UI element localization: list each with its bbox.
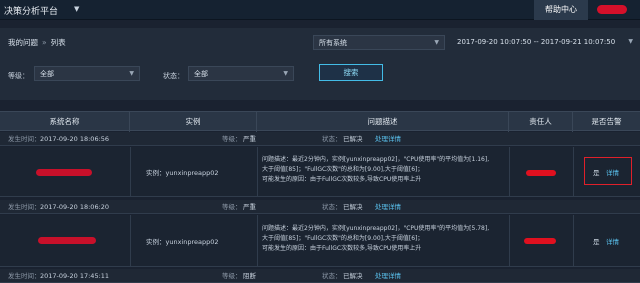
user-avatar[interactable] — [597, 5, 627, 14]
help-center-button[interactable]: 帮助中心 — [534, 0, 588, 20]
status-select-value: 全部 — [194, 70, 208, 78]
table-row: 实例：yunxinpreapp02 问题描述：最近2分钟内，实例[yunxinp… — [0, 215, 640, 267]
breadcrumb-my-issues[interactable]: 我的问题 — [8, 38, 38, 47]
time-range-value: 2017-09-20 10:07:50 -- 2017-09-21 10:07:… — [457, 38, 616, 46]
level-value: 严重 — [243, 203, 256, 211]
instance-name: 实例：yunxinpreapp02 — [146, 238, 219, 246]
status-label: 状态： — [322, 135, 342, 143]
instance-name: 实例：yunxinpreapp02 — [146, 169, 219, 177]
system-select-value: 所有系统 — [319, 39, 347, 47]
description-line: 可能发生的原因：由于FullGC次数较多,导致CPU使用率上升 — [262, 176, 422, 183]
chevron-down-icon: ▼ — [434, 39, 439, 46]
column-description: 问题描述 — [257, 112, 509, 132]
chevron-down-icon: ▼ — [628, 38, 633, 45]
breadcrumb: 我的问题» 列表 — [8, 38, 66, 47]
status-value: 已解决 — [343, 135, 363, 143]
status-value: 已解决 — [343, 203, 363, 211]
owner-redacted — [524, 238, 556, 244]
occurred-label: 发生时间： — [8, 203, 41, 211]
level-label: 等级： — [222, 135, 242, 143]
table-row: 实例：yunxinpreapp02 问题描述：最近2分钟内，实例[yunxinp… — [0, 147, 640, 197]
occurred-time: 2017-09-20 18:06:56 — [40, 135, 110, 143]
level-select[interactable]: 全部 ▼ — [34, 66, 140, 81]
column-owner: 责任人 — [509, 112, 573, 132]
system-name-redacted — [36, 169, 92, 176]
issue-description: 问题描述：最近2分钟内，实例[yunxinpreapp02]，"CPU使用率"的… — [262, 155, 508, 185]
level-value: 严重 — [243, 135, 256, 143]
group-header: 发生时间： 2017-09-20 17:45:11 等级： 阻断 状态： 已解决… — [0, 269, 640, 283]
occurred-time: 2017-09-20 17:45:11 — [40, 272, 110, 280]
status-label: 状态： — [322, 272, 342, 280]
issue-description: 问题描述：最近2分钟内，实例[yunxinpreapp02]，"CPU使用率"的… — [262, 224, 508, 254]
status-label: 状态： — [322, 203, 342, 211]
group-header: 发生时间： 2017-09-20 18:06:56 等级： 严重 状态： 已解决… — [0, 132, 640, 146]
chevron-down-icon[interactable]: ▼ — [74, 5, 79, 13]
level-value: 阻断 — [243, 272, 256, 280]
occurred-time: 2017-09-20 18:06:20 — [40, 203, 110, 211]
chevron-down-icon: ▼ — [129, 70, 134, 77]
level-label: 等级： — [8, 72, 29, 80]
search-button[interactable]: 搜索 — [319, 64, 383, 81]
process-details-link[interactable]: 处理详情 — [375, 269, 401, 283]
alert-value: 是 — [593, 169, 600, 177]
status-value: 已解决 — [343, 272, 363, 280]
table-header: 系统名称 实例 问题描述 责任人 是否告警 — [0, 111, 640, 132]
system-name-redacted — [38, 237, 96, 244]
description-line: 问题描述：最近2分钟内，实例[yunxinpreapp02]，"CPU使用率"的… — [262, 225, 490, 232]
alert-value: 是 — [593, 238, 600, 246]
level-label: 等级： — [222, 203, 242, 211]
column-alert: 是否告警 — [591, 117, 622, 126]
occurred-label: 发生时间： — [8, 272, 41, 280]
chevron-down-icon: ▼ — [283, 70, 288, 77]
process-details-link[interactable]: 处理详情 — [375, 200, 401, 214]
top-bar: 决策分析平台 ▼ 帮助中心 — [0, 0, 640, 20]
level-select-value: 全部 — [40, 70, 54, 78]
description-line: 可能发生的原因：由于FullGC次数较多,导致CPU使用率上升 — [262, 245, 422, 252]
system-select[interactable]: 所有系统 ▼ — [313, 35, 445, 50]
description-line: 大于阈值[85]；"FullGC次数"的总和为[9.00],大于阈值[6]； — [262, 235, 424, 242]
status-select[interactable]: 全部 ▼ — [188, 66, 294, 81]
owner-redacted — [526, 170, 556, 176]
app-title: 决策分析平台 — [4, 7, 59, 17]
process-details-link[interactable]: 处理详情 — [375, 132, 401, 146]
group-header: 发生时间： 2017-09-20 18:06:20 等级： 严重 状态： 已解决… — [0, 200, 640, 214]
detail-link[interactable]: 详情 — [606, 236, 619, 246]
status-label: 状态： — [163, 72, 184, 80]
description-line: 问题描述：最近2分钟内，实例[yunxinpreapp02]，"CPU使用率"的… — [262, 156, 490, 163]
occurred-label: 发生时间： — [8, 135, 41, 143]
time-range-picker[interactable]: 2017-09-20 10:07:50 -- 2017-09-21 10:07:… — [449, 35, 635, 50]
detail-link[interactable]: 详情 — [606, 167, 619, 177]
column-system-name: 系统名称 — [0, 112, 130, 132]
level-label: 等级： — [222, 272, 242, 280]
column-instance: 实例 — [130, 112, 257, 132]
breadcrumb-list: 列表 — [50, 38, 66, 47]
description-line: 大于阈值[85]；"FullGC次数"的总和为[9.00],大于阈值[6]； — [262, 166, 424, 173]
